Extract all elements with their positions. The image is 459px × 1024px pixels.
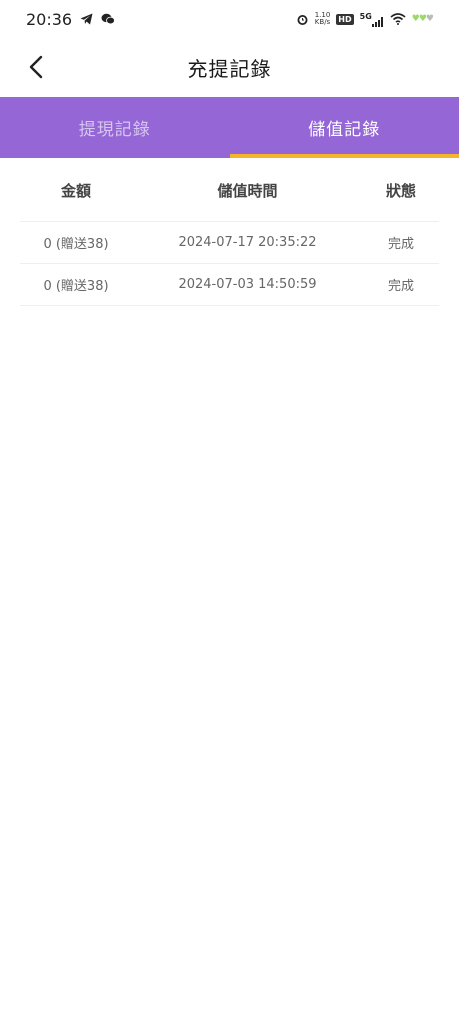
wechat-icon xyxy=(101,13,116,25)
table-row: 0 (贈送38) 2024-07-03 14:50:59 完成 xyxy=(20,264,439,306)
column-header-status: 狀態 xyxy=(385,182,416,200)
header: 充提記錄 xyxy=(0,38,459,96)
status-right: 1.10 KB/s HD 5G ♥♥♥ xyxy=(296,12,434,27)
clock-time: 20:36 xyxy=(26,9,73,29)
status-left: 20:36 xyxy=(26,9,116,29)
column-header-time: 儲值時間 xyxy=(217,182,278,200)
chevron-left-icon xyxy=(29,55,43,79)
back-button[interactable] xyxy=(22,52,50,82)
cell-time: 2024-07-17 20:35:22 xyxy=(178,235,317,250)
records-table: 金額 儲值時間 狀態 0 (贈送38) 2024-07-17 20:35:22 … xyxy=(20,160,439,306)
tab-withdraw-records[interactable]: 提現記錄 xyxy=(0,97,230,158)
net-speed-unit: KB/s xyxy=(314,18,331,26)
tab-deposit-records[interactable]: 儲值記錄 xyxy=(229,97,459,158)
table-row: 0 (贈送38) 2024-07-17 20:35:22 完成 xyxy=(20,222,439,264)
cell-status: 完成 xyxy=(387,279,414,294)
net-speed: 1.10 KB/s xyxy=(315,12,331,26)
signal-label: 5G xyxy=(359,11,372,21)
cell-status: 完成 xyxy=(387,237,414,252)
page-title: 充提記錄 xyxy=(187,56,272,81)
signal-icon: 5G xyxy=(360,12,384,27)
cell-amount: 0 (贈送38) xyxy=(43,279,109,294)
wifi-icon xyxy=(390,13,406,25)
tab-label: 提現記錄 xyxy=(78,120,151,140)
tab-bar: 提現記錄 儲值記錄 xyxy=(0,97,459,158)
alarm-icon xyxy=(296,13,309,26)
hd-badge: HD xyxy=(336,13,354,25)
battery-hearts-icon: ♥♥♥ xyxy=(411,14,434,24)
column-header-amount: 金額 xyxy=(60,182,91,200)
cell-time: 2024-07-03 14:50:59 xyxy=(178,277,317,292)
status-bar: 20:36 1.10 KB/s HD 5G ♥♥♥ xyxy=(0,0,459,38)
telegram-icon xyxy=(80,13,93,25)
cell-amount: 0 (贈送38) xyxy=(43,237,109,252)
tab-label: 儲值記錄 xyxy=(308,120,381,140)
table-header: 金額 儲值時間 狀態 xyxy=(20,160,439,222)
